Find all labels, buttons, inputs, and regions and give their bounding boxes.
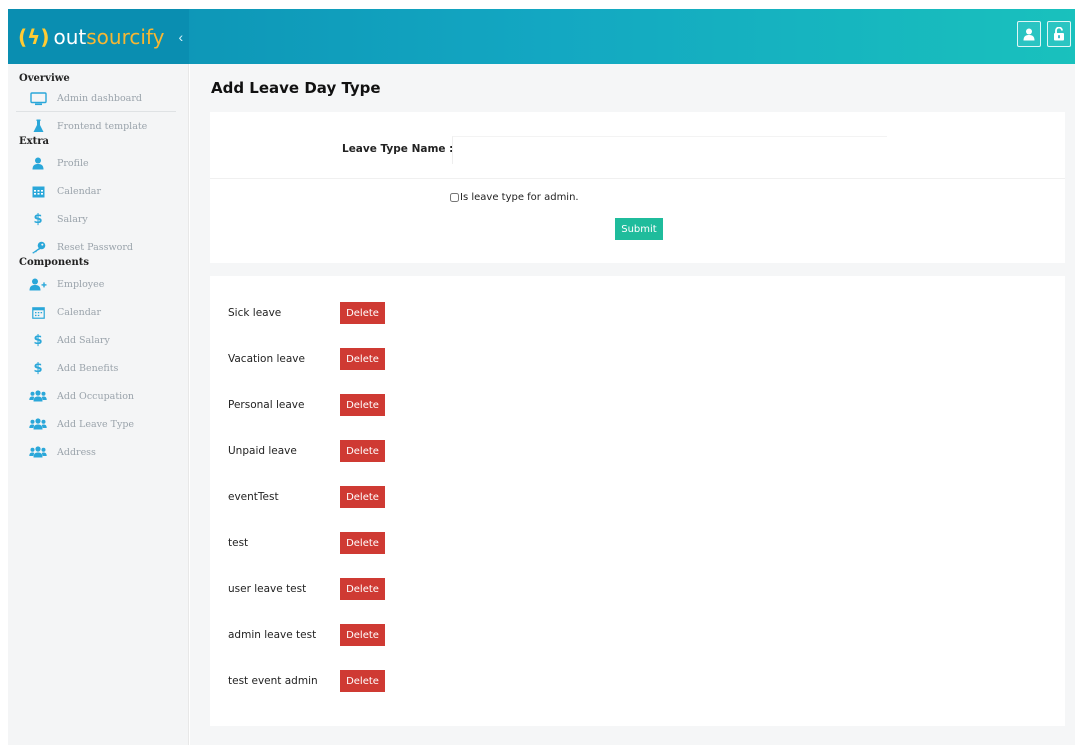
sidebar-item-components-calendar[interactable]: Calendar [8,298,188,326]
admin-checkbox-row[interactable]: Is leave type for admin. [450,192,579,203]
leave-type-name: Personal leave [228,399,305,411]
sidebar-section-overview: Overviwe [19,73,70,84]
leave-type-name: test [228,537,249,549]
sidebar-item-address[interactable]: Address [8,438,188,466]
users-icon [29,416,47,432]
sidebar-item-calendar[interactable]: Calendar [8,177,188,205]
leave-type-name-input[interactable] [452,136,887,164]
leave-type-list: Sick leave Delete Vacation leave Delete … [210,276,1065,726]
logo-text-out: out [53,24,87,49]
sidebar-item-label: Add Occupation [57,390,135,402]
delete-button[interactable]: Delete [340,670,385,692]
calendar-icon [29,183,47,199]
add-leave-type-form: Leave Type Name : Is leave type for admi… [210,112,1065,263]
sidebar-item-label: Frontend template [57,120,148,132]
leave-type-name: Sick leave [228,307,282,319]
form-row: Leave Type Name : [210,112,1065,179]
sidebar-item-label: Employee [57,278,105,290]
delete-button[interactable]: Delete [340,578,385,600]
sidebar-item-label: Add Leave Type [57,418,135,430]
monitor-icon [29,91,47,107]
list-item: eventTest Delete [228,486,385,508]
sidebar-item-add-salary[interactable]: $ Add Salary [8,326,188,354]
header-actions [1017,21,1071,47]
flask-icon [29,118,47,134]
dollar-icon: $ [33,211,43,227]
list-item: Unpaid leave Delete [228,440,385,462]
top-header-bar: (ϟ) out sourcify ‹ [8,9,1075,64]
dollar-icon: $ [33,332,43,348]
sidebar-item-employee[interactable]: Employee [8,270,188,298]
sidebar-item-profile[interactable]: Profile [8,149,188,177]
sidebar-item-salary[interactable]: $ Salary [8,205,188,233]
delete-button[interactable]: Delete [340,302,385,324]
list-item: Vacation leave Delete [228,348,385,370]
sidebar-item-label: Add Benefits [57,362,119,374]
users-icon [29,388,47,404]
list-item: Personal leave Delete [228,394,385,416]
sidebar: Overviwe Admin dashboard Frontend templa… [8,64,189,745]
leave-type-name: user leave test [228,583,307,595]
sidebar-collapse-icon[interactable]: ‹ [178,29,183,45]
users-icon [29,444,47,460]
leave-type-name: test event admin [228,675,318,687]
page-title: Add Leave Day Type [211,79,381,97]
admin-checkbox[interactable] [450,193,459,202]
sidebar-item-label: Admin dashboard [57,93,142,104]
sidebar-item-add-benefits[interactable]: $ Add Benefits [8,354,188,382]
sidebar-item-label: Reset Password [57,241,133,253]
delete-button[interactable]: Delete [340,624,385,646]
user-plus-icon [29,276,47,292]
list-item: Sick leave Delete [228,302,385,324]
key-icon [29,239,47,255]
delete-button[interactable]: Delete [340,486,385,508]
unlock-icon[interactable] [1047,21,1071,47]
sidebar-item-label: Calendar [57,185,101,197]
sidebar-item-label: Profile [57,157,89,169]
sidebar-item-label: Calendar [57,306,101,318]
sidebar-section-components: Components [19,257,90,268]
list-item: test event admin Delete [228,670,385,692]
sidebar-item-label: Address [57,446,96,458]
main-content: Add Leave Day Type Leave Type Name : Is … [190,64,1075,745]
sidebar-item-label: Add Salary [57,334,110,346]
sidebar-item-admin-dashboard[interactable]: Admin dashboard [8,86,188,111]
sidebar-item-add-leave-type[interactable]: Add Leave Type [8,410,188,438]
calendar-outline-icon [29,304,47,320]
list-item: admin leave test Delete [228,624,385,646]
leave-type-name: admin leave test [228,629,317,641]
leave-type-name-label: Leave Type Name : [342,143,454,155]
delete-button[interactable]: Delete [340,532,385,554]
logo-icon: (ϟ) [18,24,50,49]
leave-type-name: Unpaid leave [228,445,297,457]
user-icon[interactable] [1017,21,1041,47]
leave-type-name: Vacation leave [228,353,305,365]
dollar-icon: $ [33,360,43,376]
logo-text-sourcify: sourcify [86,24,165,49]
list-item: test Delete [228,532,385,554]
delete-button[interactable]: Delete [340,440,385,462]
user-icon [29,155,47,171]
sidebar-item-label: Salary [57,213,88,225]
delete-button[interactable]: Delete [340,348,385,370]
sidebar-section-extra: Extra [19,136,49,147]
list-item: user leave test Delete [228,578,385,600]
brand-area: (ϟ) out sourcify ‹ [8,9,189,64]
submit-button[interactable]: Submit [615,218,663,240]
leave-type-name: eventTest [228,491,279,503]
delete-button[interactable]: Delete [340,394,385,416]
admin-checkbox-label: Is leave type for admin. [460,192,579,203]
sidebar-item-add-occupation[interactable]: Add Occupation [8,382,188,410]
